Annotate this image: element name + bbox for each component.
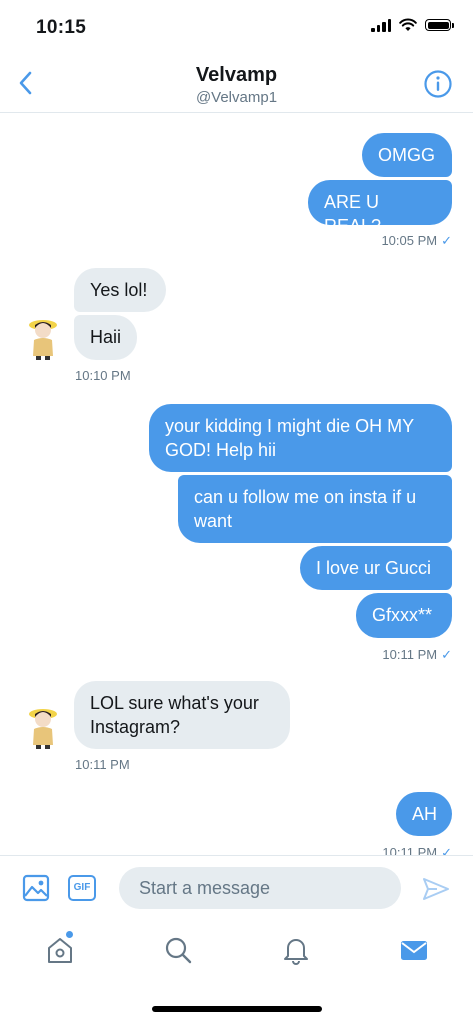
message-bubble-outgoing[interactable]: your kidding I might die OH MY GOD! Help… — [149, 404, 452, 472]
contact-name: Velvamp — [195, 64, 278, 86]
status-icons — [371, 18, 454, 32]
send-icon[interactable] — [422, 876, 450, 902]
message-input[interactable] — [119, 867, 401, 909]
message-thread[interactable]: OMGG ARE U REAL? 10:05 PM ✓ Yes lol! Haii… — [0, 112, 473, 855]
message-bubble-incoming[interactable]: Yes lol! — [74, 268, 166, 312]
bell-icon[interactable] — [281, 935, 311, 965]
read-receipt-icon: ✓ — [441, 845, 452, 855]
message-timestamp: 10:11 PM ✓ — [382, 845, 452, 855]
message-bubble-outgoing[interactable]: ARE U REAL? — [308, 180, 452, 236]
signal-icon — [371, 18, 391, 32]
message-bubble-outgoing[interactable]: AH — [396, 792, 452, 836]
message-bubble-incoming[interactable]: Haii — [74, 315, 137, 360]
conversation-header: Velvamp @Velvamp1 — [0, 56, 473, 113]
tab-bar — [0, 921, 473, 981]
wifi-icon — [399, 18, 417, 31]
message-timestamp: 10:10 PM — [75, 368, 131, 383]
message-bubble-outgoing[interactable]: can u follow me on insta if u want — [178, 475, 452, 543]
message-composer: GIF — [0, 855, 473, 922]
message-timestamp: 10:11 PM ✓ — [382, 647, 452, 663]
status-bar: 10:15 — [0, 0, 473, 56]
message-bubble-incoming[interactable]: LOL sure what's your Instagram? — [74, 681, 290, 749]
message-bubble-outgoing[interactable]: I love ur Gucci — [300, 546, 452, 590]
avatar[interactable] — [26, 705, 60, 749]
image-icon[interactable] — [22, 874, 50, 902]
avatar[interactable] — [26, 316, 60, 360]
battery-icon — [425, 19, 454, 31]
status-time: 10:15 — [36, 17, 87, 38]
home-indicator — [152, 1006, 322, 1012]
message-bubble-outgoing[interactable]: Gfxxx** — [356, 593, 452, 638]
info-icon[interactable] — [423, 69, 453, 99]
contact-handle: @Velvamp1 — [195, 89, 278, 106]
read-receipt-icon: ✓ — [441, 233, 452, 248]
read-receipt-icon: ✓ — [441, 647, 452, 662]
message-timestamp: 10:05 PM ✓ — [381, 233, 452, 249]
notification-dot — [66, 931, 73, 938]
home-icon[interactable] — [45, 935, 75, 965]
message-bubble-outgoing[interactable]: OMGG — [362, 133, 452, 177]
timestamp-text: 10:05 PM — [381, 233, 438, 248]
search-icon[interactable] — [163, 935, 193, 965]
timestamp-text: 10:11 PM — [382, 845, 438, 855]
message-timestamp: 10:11 PM — [75, 757, 130, 772]
timestamp-text: 10:11 PM — [382, 647, 438, 662]
gif-button[interactable]: GIF — [68, 875, 96, 901]
messages-icon[interactable] — [399, 935, 429, 965]
